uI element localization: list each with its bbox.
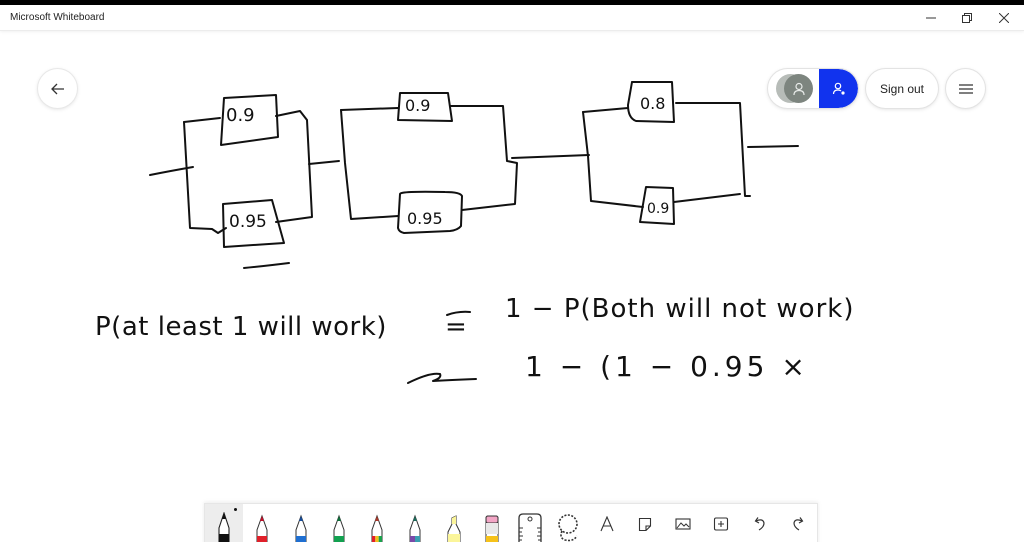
tool-image[interactable]: [664, 504, 702, 542]
redo-icon: [793, 517, 804, 531]
tool-pen-black[interactable]: [205, 504, 244, 542]
menu-button[interactable]: [946, 69, 985, 108]
invite-button[interactable]: [819, 69, 858, 108]
equation-line-1-left: P(at least 1 will work): [95, 312, 387, 342]
tool-text[interactable]: [588, 504, 626, 542]
red-pen-icon: [256, 514, 268, 542]
arrow-left-icon: [50, 83, 64, 94]
tool-sticky-note[interactable]: [626, 504, 664, 542]
wire: [673, 193, 741, 203]
wire: [340, 109, 399, 220]
wire: [308, 160, 340, 165]
circuit-block-3: [582, 81, 799, 225]
component-label: 0.95: [407, 209, 443, 228]
component-label: 0.9: [405, 96, 431, 115]
component-label: 0.9: [226, 105, 255, 126]
black-pen-icon: [218, 512, 230, 542]
underline-mark: [243, 262, 290, 269]
text-icon: [600, 516, 614, 532]
blue-pen-icon: [295, 514, 307, 542]
inking-toolbar: [204, 503, 818, 542]
person-icon: [792, 82, 805, 95]
redo-button[interactable]: [779, 504, 817, 542]
tool-pen-galaxy[interactable]: [396, 504, 434, 542]
rainbow-pen-icon: [371, 514, 383, 542]
tool-lasso[interactable]: [549, 504, 587, 542]
circuit-block-2: [340, 92, 590, 234]
whiteboard-canvas[interactable]: 0.9 0.95 0.9 0.95 0.8 0.9 P(at least 1 w…: [0, 32, 1024, 542]
wire: [340, 107, 399, 111]
wire: [675, 102, 751, 197]
highlighter-icon: [447, 515, 461, 542]
tool-pen-blue[interactable]: [282, 504, 320, 542]
tool-insert[interactable]: [702, 504, 740, 542]
wire: [747, 145, 799, 148]
equation-line-1-right: 1 − P(Both will not work): [505, 294, 855, 324]
ruler-icon: [518, 513, 542, 542]
tool-ruler[interactable]: [511, 504, 549, 542]
tool-pen-red[interactable]: [243, 504, 281, 542]
wire: [582, 111, 644, 208]
sign-out-button[interactable]: Sign out: [866, 69, 938, 108]
wire: [511, 154, 590, 159]
hamburger-menu-icon: [958, 83, 973, 94]
image-icon: [675, 518, 691, 530]
green-pen-icon: [333, 514, 345, 542]
component-label: 0.9: [647, 201, 670, 217]
selected-indicator: [234, 508, 238, 511]
user-avatar[interactable]: [784, 74, 813, 103]
wire: [275, 110, 313, 223]
lasso-icon: [558, 514, 579, 542]
tool-eraser[interactable]: [473, 504, 511, 542]
equation-line-2-right: 1 − (1 − 0.95 ×: [525, 350, 809, 383]
tool-highlighter[interactable]: [435, 504, 473, 542]
person-add-icon: [832, 82, 845, 95]
wire: [183, 117, 221, 123]
equals-mark: [407, 372, 477, 384]
wire: [183, 121, 227, 234]
tool-pen-rainbow[interactable]: [358, 504, 396, 542]
undo-icon: [754, 517, 765, 531]
component-label: 0.8: [640, 94, 666, 113]
back-button[interactable]: [38, 69, 77, 108]
collaboration-toggle[interactable]: [768, 69, 858, 108]
galaxy-pen-icon: [409, 514, 421, 542]
tool-pen-green[interactable]: [320, 504, 358, 542]
eraser-icon: [485, 515, 499, 542]
wire: [582, 107, 629, 113]
plus-box-icon: [714, 517, 729, 531]
component-label: 0.95: [229, 212, 267, 232]
sticky-note-icon: [638, 517, 651, 532]
undo-button[interactable]: [741, 504, 779, 542]
equation-line-1-equals: =: [445, 312, 467, 342]
